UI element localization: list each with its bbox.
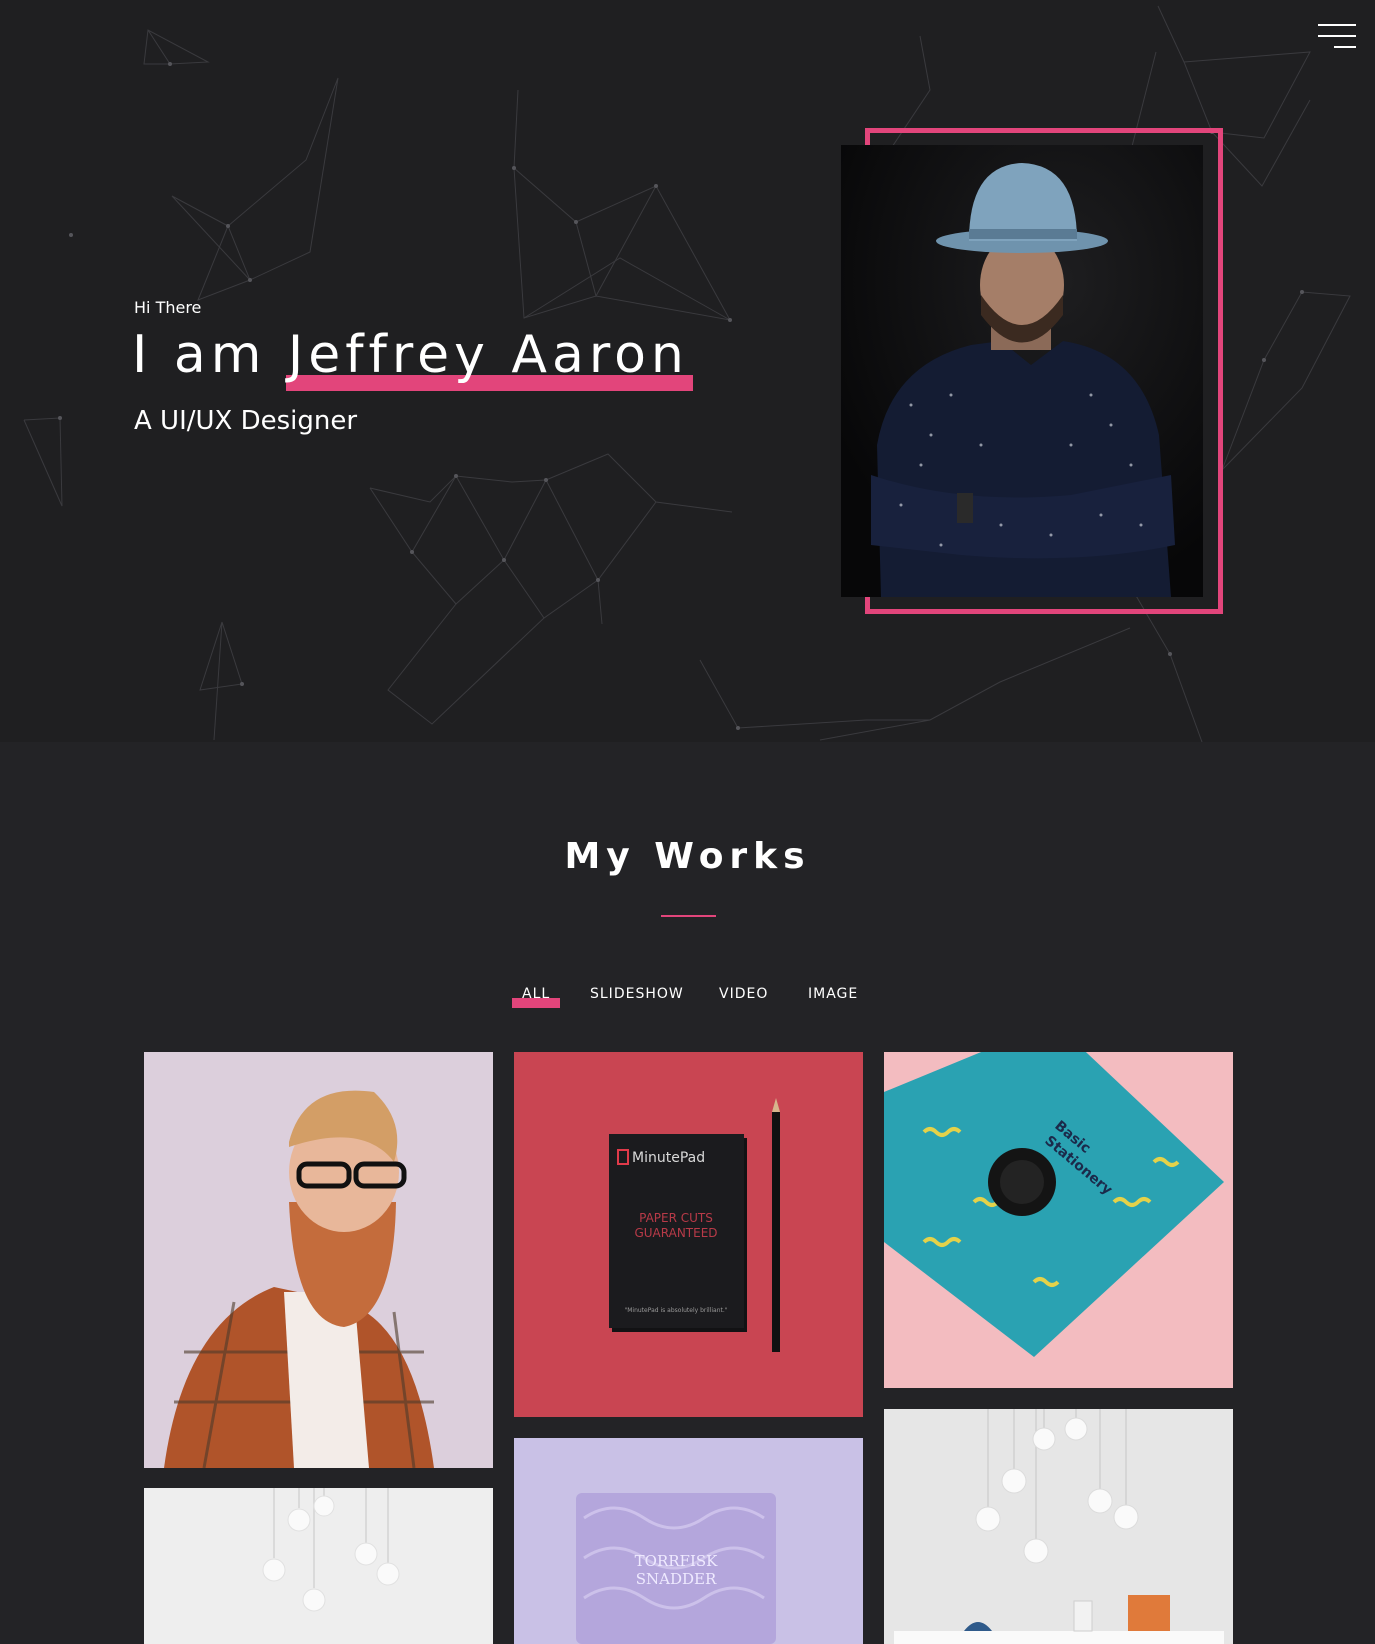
portfolio-item-lightbulbs-left[interactable]: [144, 1488, 493, 1644]
minutepad-brand: MinutePad: [632, 1150, 705, 1166]
section-title: My Works: [564, 836, 811, 877]
package-line-1: TORRFISK: [635, 1552, 718, 1570]
portfolio-item-portrait[interactable]: [144, 1052, 493, 1468]
hero-role: A UI/UX Designer: [134, 406, 358, 436]
filter-label: ALL: [522, 986, 551, 1002]
hamburger-menu-icon[interactable]: [1316, 24, 1356, 50]
minutepad-slogan-1: PAPER CUTS: [639, 1211, 713, 1225]
menu-line: [1318, 35, 1356, 37]
minutepad-slogan-2: GUARANTEED: [634, 1226, 717, 1240]
profile-photo: [841, 145, 1203, 597]
portfolio-filters: ALL SLIDESHOW VIDEO IMAGE: [0, 986, 1375, 1016]
filter-video[interactable]: VIDEO: [719, 986, 768, 1002]
filter-slideshow[interactable]: SLIDESHOW: [590, 986, 684, 1002]
filter-all[interactable]: ALL: [512, 986, 561, 1008]
filter-label: IMAGE: [808, 986, 859, 1002]
portfolio-item-package[interactable]: TORRFISK SNADDER: [514, 1438, 863, 1644]
filter-label: VIDEO: [719, 986, 769, 1002]
hero-section: Hi There I am Jeffrey Aaron A UI/UX Desi…: [0, 0, 1375, 742]
hero-headline: I am Jeffrey Aaron: [132, 325, 693, 391]
package-line-2: SNADDER: [636, 1570, 717, 1588]
hero-name: Jeffrey Aaron: [285, 325, 693, 391]
minutepad-quote: "MinutePad is absolutely brilliant.": [624, 1307, 727, 1314]
title-underline: [661, 915, 716, 917]
hero-greeting: Hi There: [134, 298, 202, 317]
menu-line: [1318, 24, 1356, 26]
filter-label: SLIDESHOW: [590, 986, 684, 1002]
hero-name-text: Jeffrey Aaron: [287, 325, 689, 385]
portfolio-item-lightbulbs-desk[interactable]: [884, 1409, 1233, 1644]
headline-prefix: I am: [132, 325, 267, 385]
filter-image[interactable]: IMAGE: [808, 986, 858, 1002]
portfolio-item-minutepad[interactable]: MinutePad PAPER CUTS GUARANTEED "MinuteP…: [514, 1052, 863, 1417]
portfolio-item-stationery[interactable]: Basic Stationery: [884, 1052, 1233, 1388]
menu-line: [1334, 46, 1356, 48]
